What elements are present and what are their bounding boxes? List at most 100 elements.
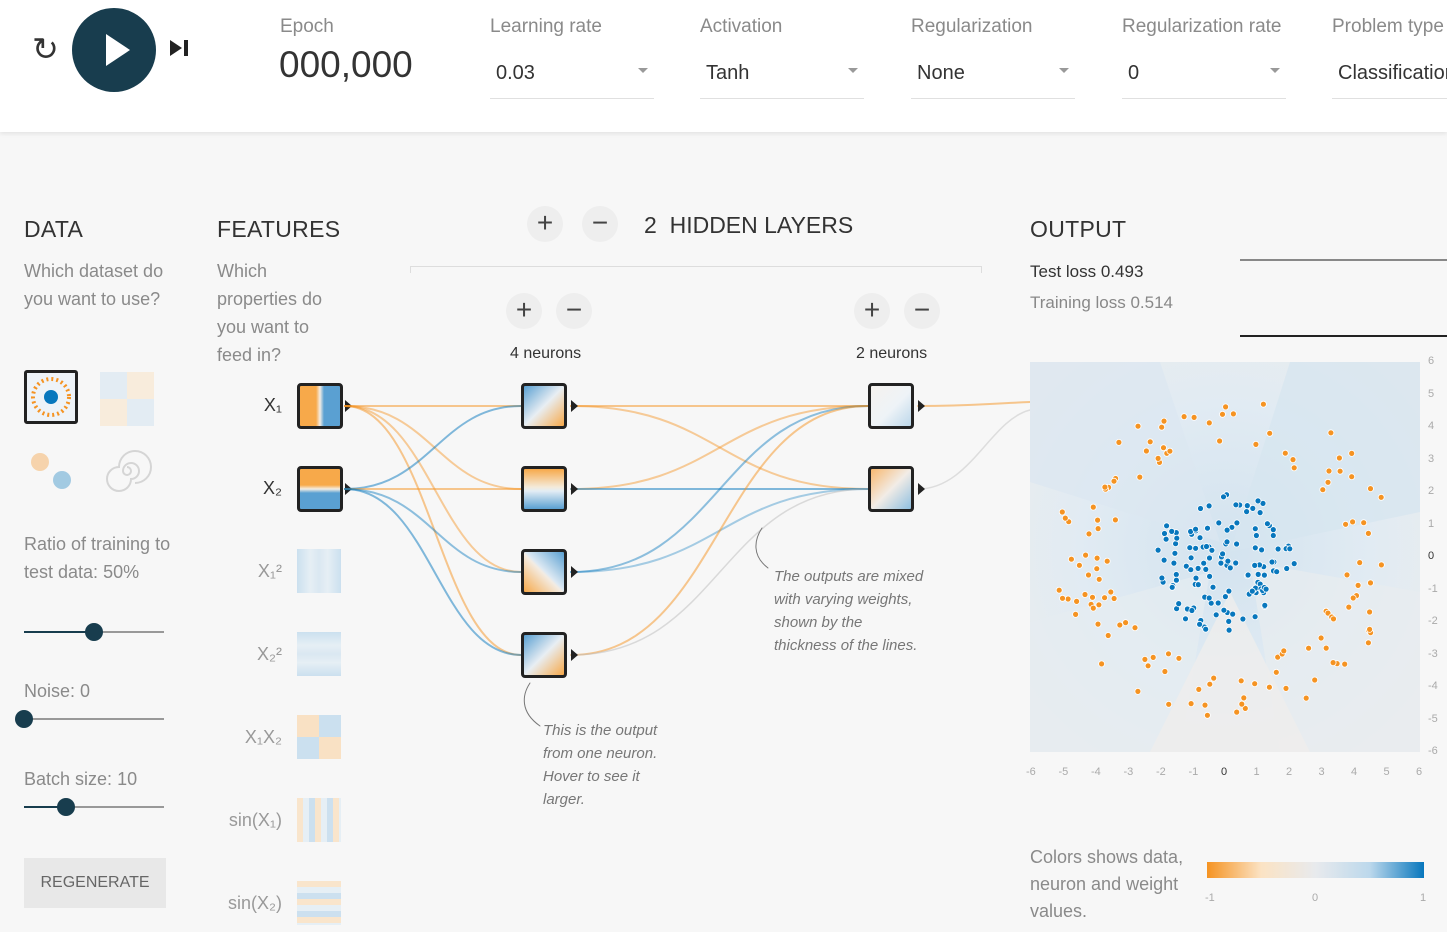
x-tick-label: -2	[1156, 766, 1166, 778]
data-point	[1171, 549, 1179, 557]
link[interactable]	[344, 488, 522, 656]
data-point	[1089, 503, 1097, 511]
data-point	[1345, 603, 1353, 611]
data-point	[1170, 559, 1178, 567]
neuron-1-4[interactable]	[521, 632, 567, 678]
data-point	[1273, 568, 1281, 576]
link[interactable]	[917, 409, 1031, 490]
data-point	[1254, 570, 1262, 578]
data-point	[1203, 543, 1210, 550]
data-point	[1122, 619, 1129, 627]
data-point	[1089, 604, 1097, 612]
data-point	[1059, 594, 1066, 602]
legend-tick: 0	[1312, 892, 1319, 904]
neuron-1-3[interactable]	[521, 549, 567, 595]
output-heatmap[interactable]	[1030, 362, 1420, 752]
data-point	[1322, 644, 1330, 652]
data-point	[1194, 581, 1202, 589]
data-point	[1093, 565, 1101, 573]
data-point	[1202, 565, 1210, 573]
data-point	[1329, 659, 1337, 667]
y-tick-label: -1	[1428, 582, 1438, 595]
data-point	[1192, 544, 1200, 552]
data-point	[1221, 593, 1229, 601]
data-point	[1194, 564, 1202, 572]
data-point	[1251, 561, 1259, 569]
data-point	[1115, 439, 1123, 446]
data-point	[1160, 417, 1168, 425]
data-point	[1226, 564, 1234, 572]
data-point	[1093, 554, 1101, 562]
data-point	[1081, 591, 1089, 598]
neuron-1-1[interactable]	[521, 383, 567, 429]
data-point	[1220, 606, 1228, 614]
data-point	[1251, 525, 1259, 533]
data-point	[1180, 413, 1188, 420]
data-point	[1072, 610, 1079, 618]
data-point	[1349, 594, 1357, 602]
data-point	[1225, 626, 1233, 634]
data-point	[1342, 520, 1350, 528]
data-point	[1214, 599, 1222, 607]
data-point	[1364, 529, 1372, 537]
data-point	[1336, 467, 1344, 475]
data-point	[1335, 454, 1343, 462]
data-point	[1175, 600, 1183, 608]
data-point	[1290, 560, 1298, 568]
data-point	[1229, 610, 1237, 618]
data-point	[1195, 685, 1203, 693]
data-point	[1348, 473, 1356, 481]
data-point	[1160, 556, 1168, 564]
data-point	[1324, 478, 1332, 486]
annotation-arrow	[755, 527, 769, 569]
x-tick-label: 4	[1351, 766, 1358, 778]
data-point	[1082, 551, 1089, 559]
data-point	[1260, 571, 1268, 579]
x-tick-label: 6	[1416, 766, 1423, 778]
data-point	[1268, 558, 1276, 566]
test-loss: Test loss 0.493	[1030, 262, 1144, 281]
training-loss: Training loss 0.514	[1030, 293, 1174, 312]
data-point	[1101, 483, 1109, 491]
data-point	[1233, 519, 1241, 527]
y-tick-label: 1	[1428, 517, 1435, 530]
data-point	[1219, 550, 1227, 558]
data-point	[1141, 655, 1149, 663]
data-point	[1089, 593, 1096, 601]
data-point	[1112, 516, 1119, 524]
link[interactable]	[344, 488, 522, 573]
neuron-2-1[interactable]	[868, 383, 914, 429]
data-point	[1168, 527, 1176, 535]
data-point	[1206, 554, 1213, 562]
y-tick-label: 0	[1428, 550, 1435, 562]
data-point	[1187, 554, 1195, 562]
y-tick-label: 4	[1428, 420, 1435, 432]
x-tick-label: -5	[1058, 766, 1069, 778]
legend-tick: 1	[1420, 892, 1427, 904]
data-point	[1251, 613, 1259, 621]
y-tick-label: -3	[1428, 647, 1438, 660]
link[interactable]	[344, 405, 522, 490]
data-point	[1166, 447, 1174, 455]
neuron-1-2[interactable]	[521, 466, 567, 512]
data-point	[1240, 694, 1248, 702]
data-point	[1248, 587, 1256, 595]
data-point	[1103, 557, 1111, 565]
data-point	[1094, 516, 1101, 524]
data-point	[1172, 576, 1180, 584]
data-point	[1134, 422, 1142, 430]
data-point	[1290, 464, 1298, 472]
x-tick-label: 5	[1383, 766, 1390, 778]
neuron-2-2[interactable]	[868, 466, 914, 512]
data-point	[1317, 634, 1325, 642]
color-legend-text: Colors shows data, neuron and weight val…	[1030, 847, 1184, 921]
link[interactable]	[917, 401, 1031, 407]
data-point	[1356, 559, 1364, 567]
data-point	[1286, 545, 1294, 553]
data-point	[1343, 571, 1351, 579]
x-tick-label: -4	[1091, 766, 1101, 778]
weights-annotation: The outputs are mixed with varying weigh…	[774, 568, 924, 654]
data-point	[1206, 680, 1214, 688]
link[interactable]	[570, 405, 869, 490]
data-point	[1251, 680, 1259, 688]
